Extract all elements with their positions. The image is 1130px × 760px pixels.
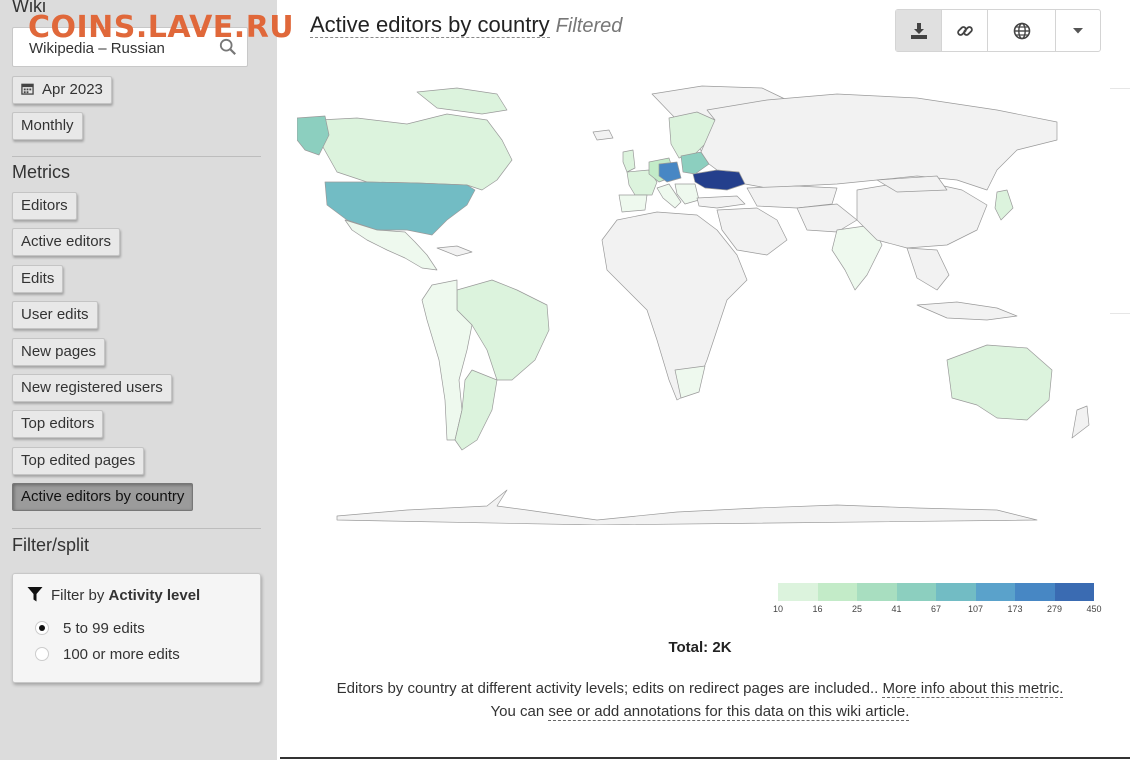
filter-option-label: 5 to 99 edits [63, 620, 145, 637]
toolbar [895, 9, 1101, 52]
caret-down-icon [1073, 27, 1083, 33]
metrics-heading: Metrics [12, 162, 70, 182]
legend-tick-label: 107 [967, 604, 984, 614]
more-options-button[interactable] [1056, 10, 1100, 51]
map-country-canada [318, 113, 513, 191]
filter-option-100-or-more[interactable]: 100 or more edits [35, 646, 180, 663]
sidebar: Wiki Wikipedia – Russian Apr 2023 Monthl… [0, 0, 277, 760]
divider [12, 156, 261, 157]
map-country-australia [946, 344, 1053, 421]
map-country-russia [700, 93, 1058, 191]
map-country-new-zealand [1071, 405, 1090, 439]
legend-bin [936, 583, 976, 601]
annotations-link[interactable]: see or add annotations for this data on … [548, 703, 910, 721]
calendar-icon [21, 83, 34, 95]
divider [12, 528, 261, 529]
legend-bin [817, 583, 857, 601]
download-icon [910, 22, 927, 39]
right-edge-line [1110, 313, 1130, 314]
legend-tick-label: 279 [1046, 604, 1063, 614]
filter-heading: Filter/split [12, 535, 90, 555]
legend-tick-label: 450 [1086, 604, 1102, 614]
legend-bin [1054, 583, 1094, 601]
filter-name: Activity level [108, 587, 201, 604]
legend-bin [896, 583, 936, 601]
description: Editors by country at different activity… [300, 677, 1100, 723]
legend-tick-label: 10 [772, 604, 784, 614]
annotations-prefix: You can [490, 703, 545, 720]
map-country-africa [601, 211, 748, 401]
metric-button-new-pages[interactable]: New pages [12, 338, 106, 366]
filter-title[interactable]: Filter by Activity level [27, 586, 200, 604]
metric-button-editors[interactable]: Editors [12, 192, 77, 220]
filter-panel: Filter by Activity level 5 to 99 edits 1… [12, 573, 261, 683]
date-button[interactable]: Apr 2023 [12, 76, 112, 104]
map-country-japan [994, 189, 1014, 221]
date-label: Apr 2023 [42, 81, 103, 98]
globe-icon [1013, 22, 1030, 39]
metric-button-active-editors-by-country[interactable]: Active editors by country [12, 483, 194, 511]
metric-button-active-editors[interactable]: Active editors [12, 228, 121, 256]
metric-button-edits[interactable]: Edits [12, 265, 64, 293]
granularity-button[interactable]: Monthly [12, 112, 83, 140]
map-country-iceland [592, 129, 614, 141]
legend-tick-label: 41 [891, 604, 902, 614]
world-map-svg [296, 85, 1090, 526]
metric-button-top-editors[interactable]: Top editors [12, 410, 104, 438]
map-country-usa [324, 181, 476, 236]
watermark: COINS.LAVE.RU [28, 10, 295, 45]
legend-tick-label: 173 [1007, 604, 1023, 614]
map-country-se-asia [906, 247, 950, 291]
link-icon [956, 25, 973, 36]
legend-bin [857, 583, 897, 601]
metric-button-user-edits[interactable]: User edits [12, 301, 98, 329]
filter-prefix: Filter by [51, 587, 105, 604]
map-view-button[interactable] [988, 10, 1056, 51]
page-title-text[interactable]: Active editors by country [310, 12, 550, 38]
map-country-caribbean [436, 245, 473, 257]
legend-tick-label: 67 [930, 604, 942, 614]
description-text: Editors by country at different activity… [336, 680, 879, 697]
legend-tick-label: 16 [812, 604, 823, 614]
filter-option-label: 100 or more edits [63, 646, 180, 663]
legend-bar [778, 583, 1094, 601]
bottom-border [280, 757, 1130, 759]
legend-bin [975, 583, 1015, 601]
color-legend: 10 16 25 41 67 107 173 279 450 [773, 583, 1102, 618]
legend-bin [1015, 583, 1055, 601]
map-country-ukraine [692, 169, 746, 191]
download-button[interactable] [896, 10, 942, 51]
page-title: Active editors by country Filtered [310, 12, 622, 38]
map-country-central-asia [796, 203, 858, 233]
map-country-indonesia [916, 301, 1018, 321]
radio-selected[interactable] [35, 621, 49, 635]
map-country-spain [618, 194, 648, 213]
map-country-antarctica [336, 489, 1038, 526]
more-info-link[interactable]: More info about this metric. [882, 680, 1064, 698]
legend-bin [778, 583, 818, 601]
map-country-turkey [696, 195, 746, 209]
filter-option-5-to-99[interactable]: 5 to 99 edits [35, 620, 145, 637]
filtered-tag: Filtered [555, 15, 623, 37]
radio-unselected[interactable] [35, 647, 49, 661]
map-country-uk [622, 149, 636, 173]
metric-button-top-edited-pages[interactable]: Top edited pages [12, 447, 145, 475]
metric-button-new-registered-users[interactable]: New registered users [12, 374, 172, 402]
right-edge-line [1110, 88, 1130, 89]
total-value: Total: 2K [668, 639, 732, 656]
map-country-kazakhstan [746, 185, 838, 209]
world-map[interactable] [296, 80, 1103, 526]
legend-tick-label: 25 [851, 604, 863, 614]
map-country-canada-islands [416, 87, 508, 115]
legend-ticks: 10 16 25 41 67 107 173 279 450 [773, 604, 1102, 618]
link-button[interactable] [942, 10, 988, 51]
funnel-icon [27, 587, 43, 602]
